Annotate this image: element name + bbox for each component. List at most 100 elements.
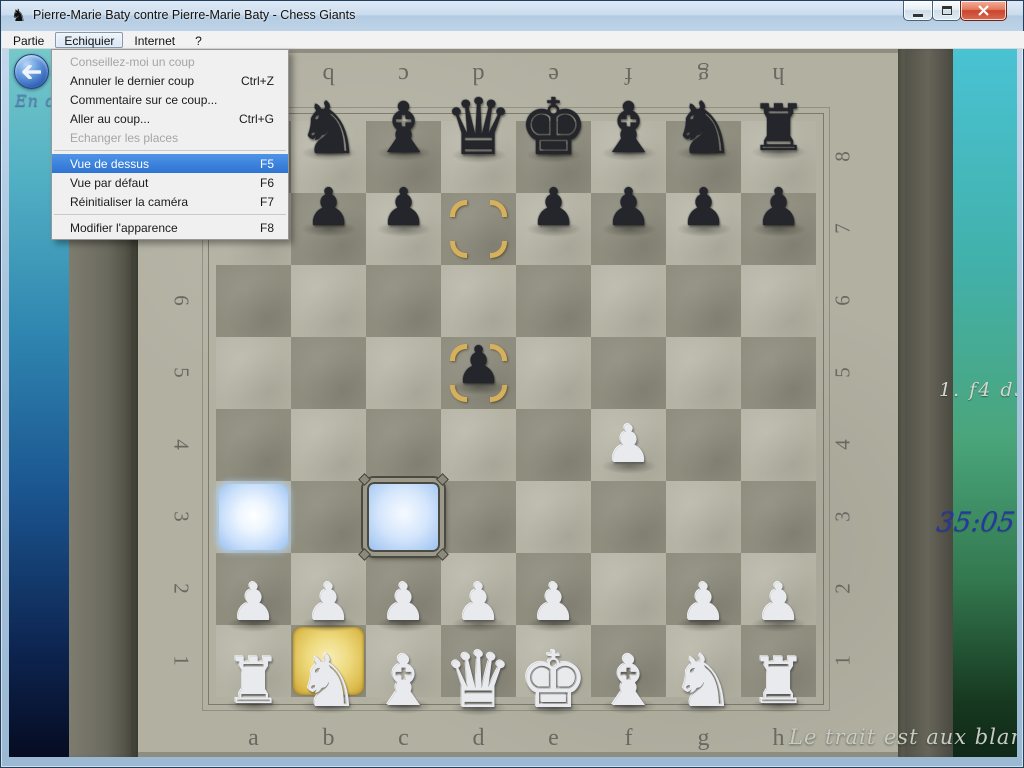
menu-item-modifier-l-apparence[interactable]: Modifier l'apparenceF8 (52, 218, 288, 237)
app-icon: ♞ (11, 6, 26, 26)
piece-black-pawn-c7[interactable]: ♟ (366, 182, 441, 234)
window-controls (903, 1, 1007, 23)
menubar-item-partie[interactable]: Partie (4, 32, 53, 48)
piece-black-pawn-f7[interactable]: ♟ (591, 182, 666, 234)
piece-black-knight-b8[interactable]: ♞ (291, 92, 366, 164)
square-d6[interactable] (441, 265, 516, 337)
piece-black-pawn-g7[interactable]: ♟ (666, 182, 741, 234)
piece-white-king-e1[interactable]: ♚ (516, 642, 591, 720)
square-e5[interactable] (516, 337, 591, 409)
piece-white-knight-g1[interactable]: ♞ (666, 645, 741, 717)
piece-white-rook-h1[interactable]: ♜ (741, 650, 816, 714)
back-button[interactable] (14, 54, 49, 89)
square-f3[interactable] (591, 481, 666, 553)
piece-black-king-e8[interactable]: ♚ (516, 89, 591, 167)
menu-item-vue-par-defaut[interactable]: Vue par défautF6 (52, 173, 288, 192)
piece-white-pawn-h2[interactable]: ♟ (741, 577, 816, 629)
gold-corner-tl (450, 200, 467, 217)
menu-item-reinitialiser-la-camera[interactable]: Réinitialiser la caméraF7 (52, 192, 288, 211)
square-f5[interactable] (591, 337, 666, 409)
move-target-highlight-a3[interactable] (219, 484, 288, 550)
square-e3[interactable] (516, 481, 591, 553)
menu-item-label: Commentaire sur ce coup... (70, 93, 217, 107)
square-g5[interactable] (666, 337, 741, 409)
square-h6[interactable] (741, 265, 816, 337)
rank-label-left-2: 2 (169, 575, 194, 603)
square-g3[interactable] (666, 481, 741, 553)
square-h3[interactable] (741, 481, 816, 553)
square-e6[interactable] (516, 265, 591, 337)
piece-white-pawn-f4[interactable]: ♟ (591, 419, 666, 471)
piece-white-pawn-d2[interactable]: ♟ (441, 577, 516, 629)
menu-item-label: Aller au coup... (70, 112, 150, 126)
minimize-icon (913, 14, 923, 17)
menu-item-echanger-les-places[interactable]: Echanger les places (52, 128, 288, 147)
maximize-button[interactable] (932, 1, 961, 21)
square-h4[interactable] (741, 409, 816, 481)
piece-white-pawn-a2[interactable]: ♟ (216, 577, 291, 629)
menubar-item-echiquier[interactable]: Echiquier (55, 32, 123, 48)
piece-black-pawn-d5[interactable]: ♟ (441, 340, 516, 392)
titlebar[interactable]: ♞ Pierre-Marie Baty contre Pierre-Marie … (1, 1, 1023, 31)
gold-corner-br (490, 241, 507, 258)
close-button[interactable] (960, 1, 1007, 21)
piece-black-pawn-e7[interactable]: ♟ (516, 182, 591, 234)
square-e4[interactable] (516, 409, 591, 481)
menubar-item-help[interactable]: ? (186, 32, 211, 48)
menu-item-conseillez-moi-un-coup[interactable]: Conseillez-moi un coup (52, 52, 288, 71)
piece-white-bishop-f1[interactable]: ♝ (591, 646, 666, 716)
square-g6[interactable] (666, 265, 741, 337)
square-f6[interactable] (591, 265, 666, 337)
piece-black-bishop-c8[interactable]: ♝ (366, 93, 441, 163)
menu-item-vue-de-dessus[interactable]: Vue de dessusF5 (52, 154, 288, 173)
menu-item-label: Vue par défaut (70, 176, 148, 190)
file-label-top-c: c (366, 61, 441, 88)
minimize-button[interactable] (903, 1, 933, 21)
square-a4[interactable] (216, 409, 291, 481)
square-f2[interactable] (591, 553, 666, 625)
square-b4[interactable] (291, 409, 366, 481)
rank-label-right-1: 1 (831, 647, 856, 675)
file-label-bottom-c: c (366, 725, 441, 752)
menu-item-annuler-le-dernier-coup[interactable]: Annuler le dernier coupCtrl+Z (52, 71, 288, 90)
piece-white-pawn-e2[interactable]: ♟ (516, 577, 591, 629)
menu-item-aller-au-coup[interactable]: Aller au coup...Ctrl+G (52, 109, 288, 128)
piece-black-pawn-h7[interactable]: ♟ (741, 182, 816, 234)
piece-white-bishop-c1[interactable]: ♝ (366, 646, 441, 716)
square-c5[interactable] (366, 337, 441, 409)
piece-white-queen-d1[interactable]: ♛ (441, 642, 516, 720)
square-c4[interactable] (366, 409, 441, 481)
square-g4[interactable] (666, 409, 741, 481)
file-label-top-h: h (741, 61, 816, 88)
square-b3[interactable] (291, 481, 366, 553)
app-window: ♞ Pierre-Marie Baty contre Pierre-Marie … (0, 0, 1024, 768)
move-list: 1. f4 d5 (939, 379, 1017, 401)
piece-white-knight-b1[interactable]: ♞ (291, 645, 366, 717)
square-a6[interactable] (216, 265, 291, 337)
gold-corner-bl (450, 241, 467, 258)
square-c6[interactable] (366, 265, 441, 337)
menu-item-label: Conseillez-moi un coup (70, 55, 195, 69)
piece-black-queen-d8[interactable]: ♛ (441, 89, 516, 167)
piece-black-knight-g8[interactable]: ♞ (666, 92, 741, 164)
piece-black-bishop-f8[interactable]: ♝ (591, 93, 666, 163)
menu-item-commentaire-sur-ce-coup[interactable]: Commentaire sur ce coup... (52, 90, 288, 109)
rank-label-right-2: 2 (831, 575, 856, 603)
square-b6[interactable] (291, 265, 366, 337)
square-b5[interactable] (291, 337, 366, 409)
square-h5[interactable] (741, 337, 816, 409)
file-label-bottom-g: g (666, 725, 741, 752)
rank-label-left-6: 6 (169, 287, 194, 315)
menubar-item-internet[interactable]: Internet (125, 32, 184, 48)
piece-white-pawn-b2[interactable]: ♟ (291, 577, 366, 629)
piece-white-pawn-c2[interactable]: ♟ (366, 577, 441, 629)
piece-black-rook-h8[interactable]: ♜ (741, 97, 816, 161)
rank-label-right-6: 6 (831, 287, 856, 315)
square-a5[interactable] (216, 337, 291, 409)
square-d3[interactable] (441, 481, 516, 553)
piece-white-pawn-g2[interactable]: ♟ (666, 577, 741, 629)
cursor-frame-c3[interactable] (363, 478, 444, 556)
piece-white-rook-a1[interactable]: ♜ (216, 650, 291, 714)
square-d4[interactable] (441, 409, 516, 481)
piece-black-pawn-b7[interactable]: ♟ (291, 182, 366, 234)
